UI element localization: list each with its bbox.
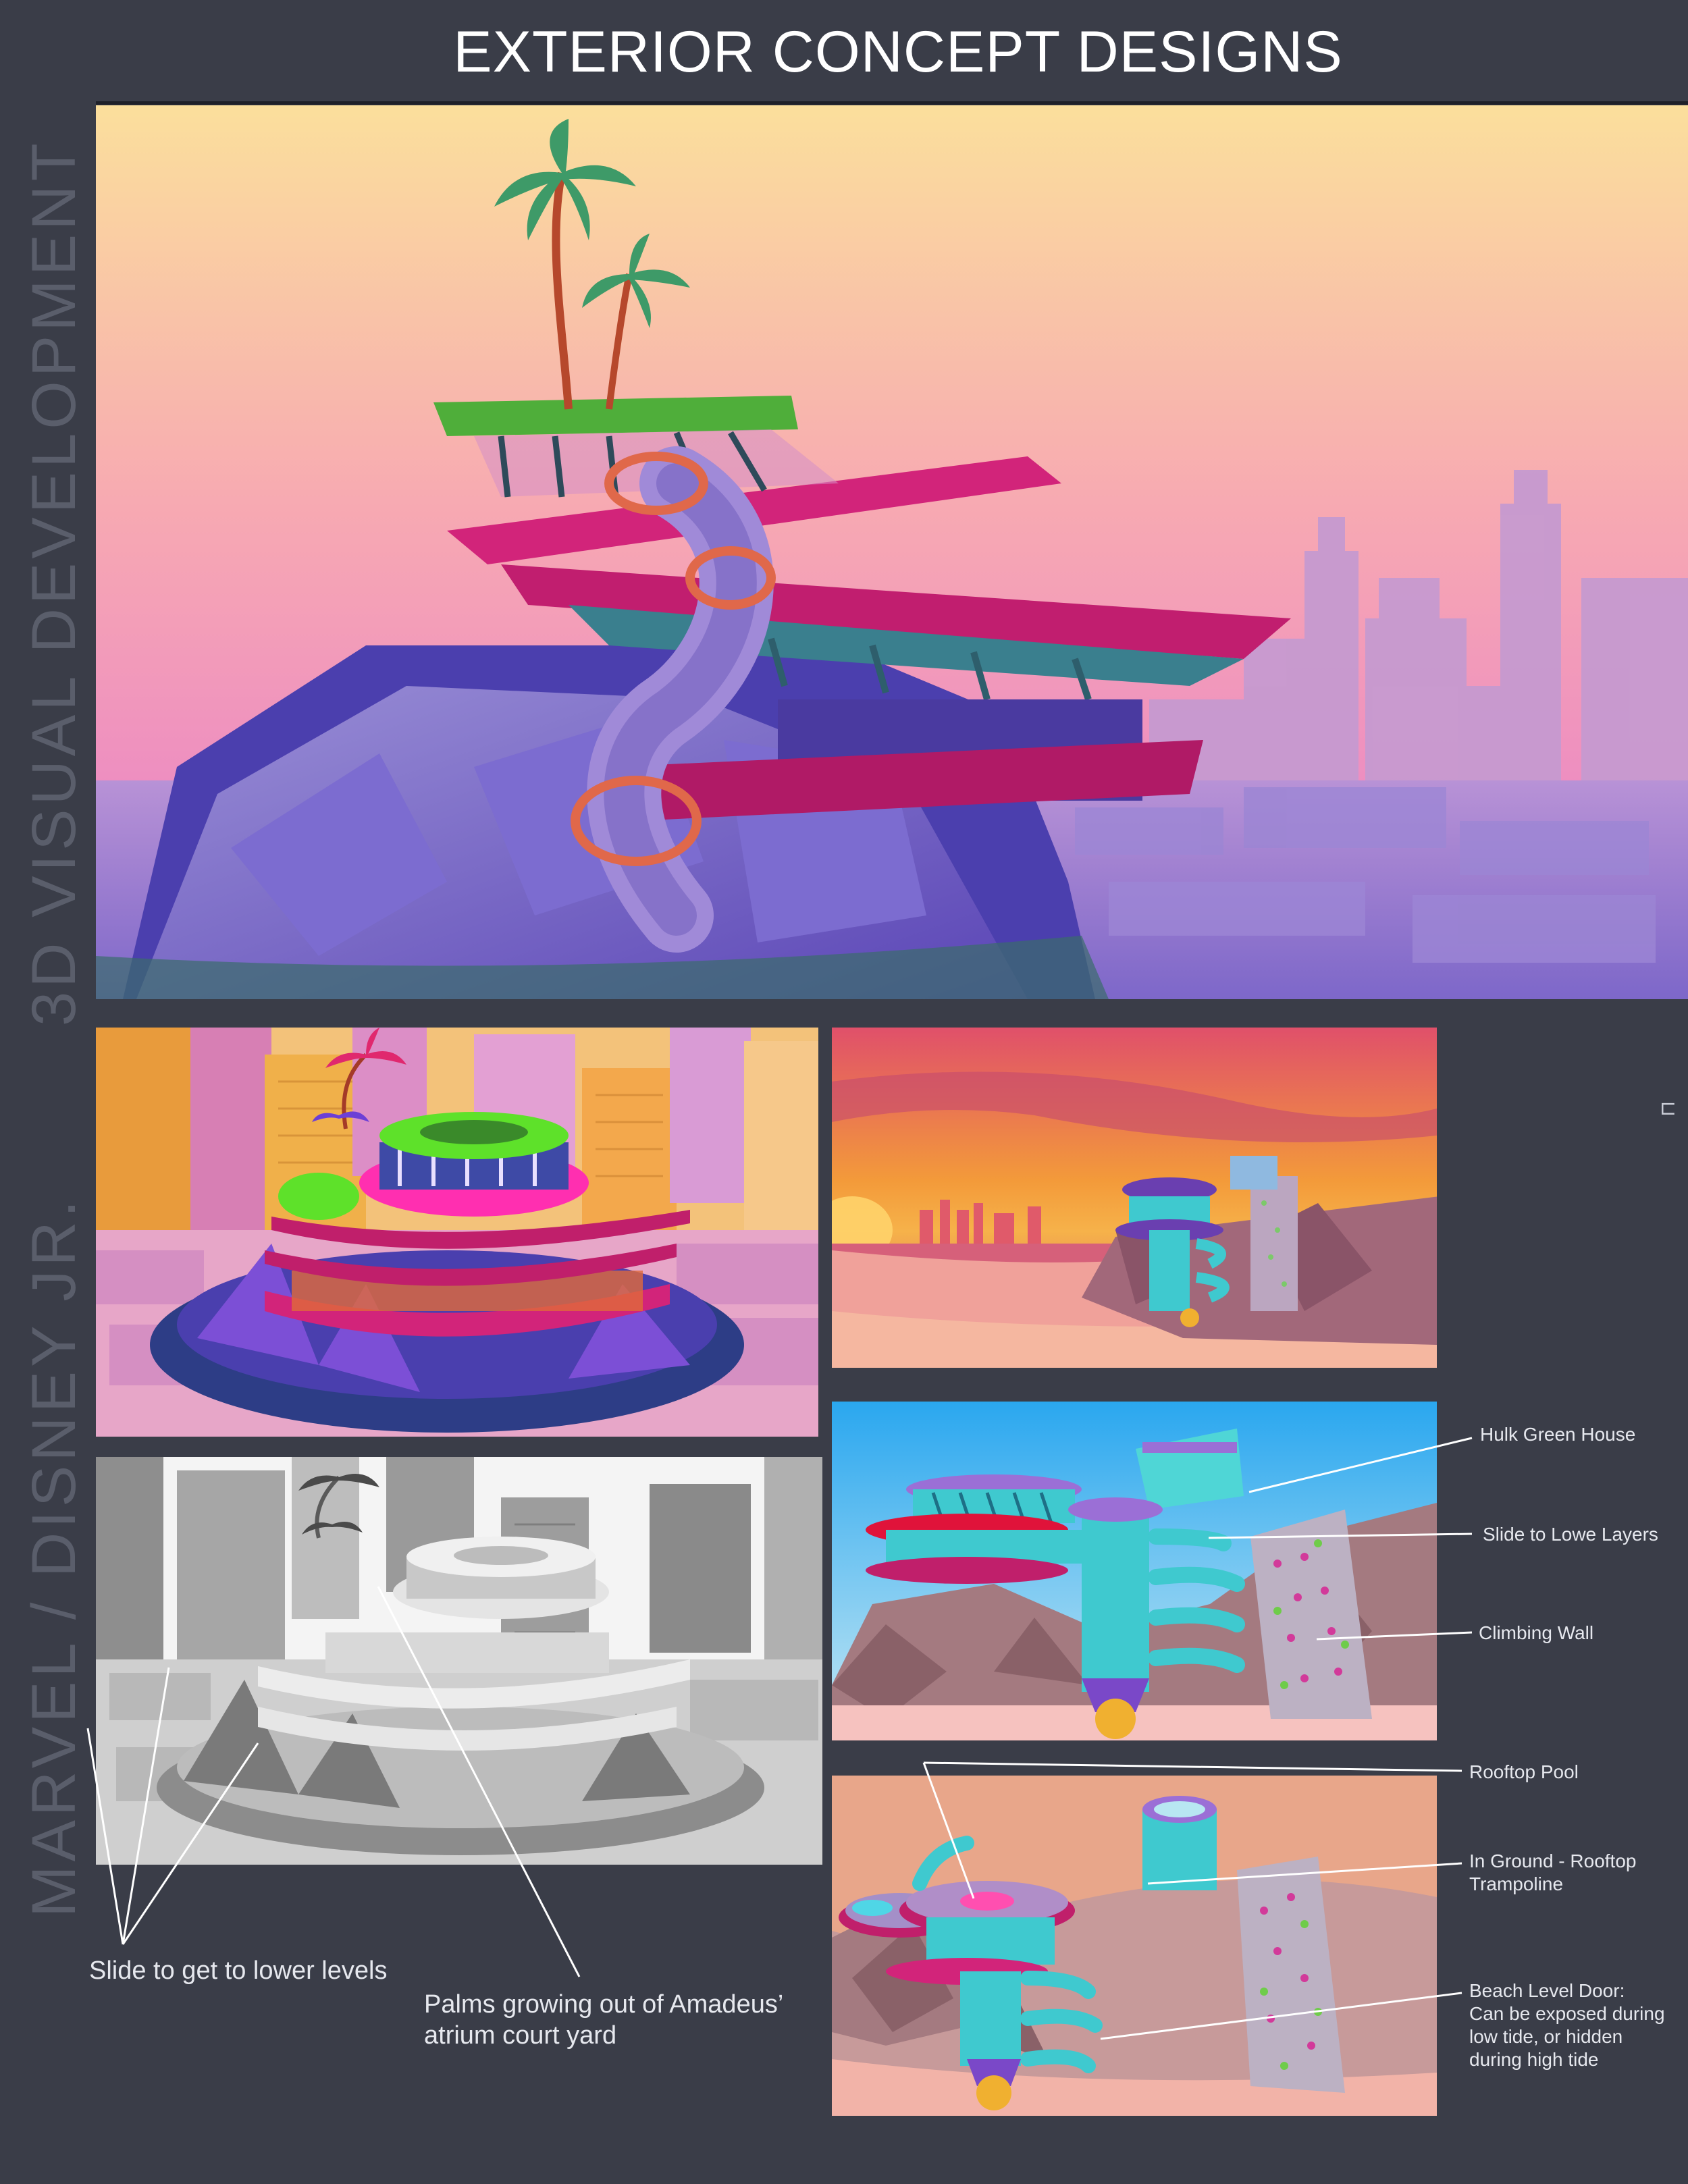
side-label-bottom: MARVEL / DISNEY JR. <box>20 1196 88 1917</box>
label-beach-door-line2: Can be exposed during <box>1469 2003 1665 2024</box>
label-in-ground-line2: Trampoline <box>1469 1873 1564 1894</box>
label-beach-level-door: Beach Level Door: Can be exposed during … <box>1469 1979 1665 2071</box>
label-slide-to-lowe-layers: Slide to Lowe Layers <box>1483 1524 1658 1545</box>
title-divider <box>96 101 1688 105</box>
label-beach-door-line1: Beach Level Door: <box>1469 1980 1625 2001</box>
edge-mark-icon: ⊔ <box>1656 1100 1679 1117</box>
label-beach-door-line3: low tide, or hidden <box>1469 2026 1623 2047</box>
caption-palms-line2: atrium court yard <box>424 2021 617 2050</box>
caption-palms: Palms growing out of Amadeus’ atrium cou… <box>424 1989 783 2051</box>
render-city-color <box>96 1028 818 1437</box>
render-beach-day <box>832 1402 1437 1740</box>
caption-slide: Slide to get to lower levels <box>89 1956 388 1985</box>
side-label-top: 3D VISUAL DEVELOPMENT <box>20 139 88 1026</box>
render-city-clay <box>96 1457 822 1865</box>
label-in-ground-line1: In Ground - Rooftop <box>1469 1850 1637 1871</box>
label-in-ground-trampoline: In Ground - Rooftop Trampoline <box>1469 1850 1636 1896</box>
render-beach-sunset <box>832 1028 1437 1368</box>
label-beach-door-line4: during high tide <box>1469 2049 1599 2070</box>
label-climbing-wall: Climbing Wall <box>1479 1622 1594 1643</box>
page-title: EXTERIOR CONCEPT DESIGNS <box>453 20 1343 84</box>
hero-render-sunset <box>96 105 1688 999</box>
caption-palms-line1: Palms growing out of Amadeus’ <box>424 1990 784 2019</box>
render-beach-overhead <box>832 1776 1437 2116</box>
label-rooftop-pool: Rooftop Pool <box>1469 1761 1579 1782</box>
label-hulk-green-house: Hulk Green House <box>1480 1424 1636 1445</box>
